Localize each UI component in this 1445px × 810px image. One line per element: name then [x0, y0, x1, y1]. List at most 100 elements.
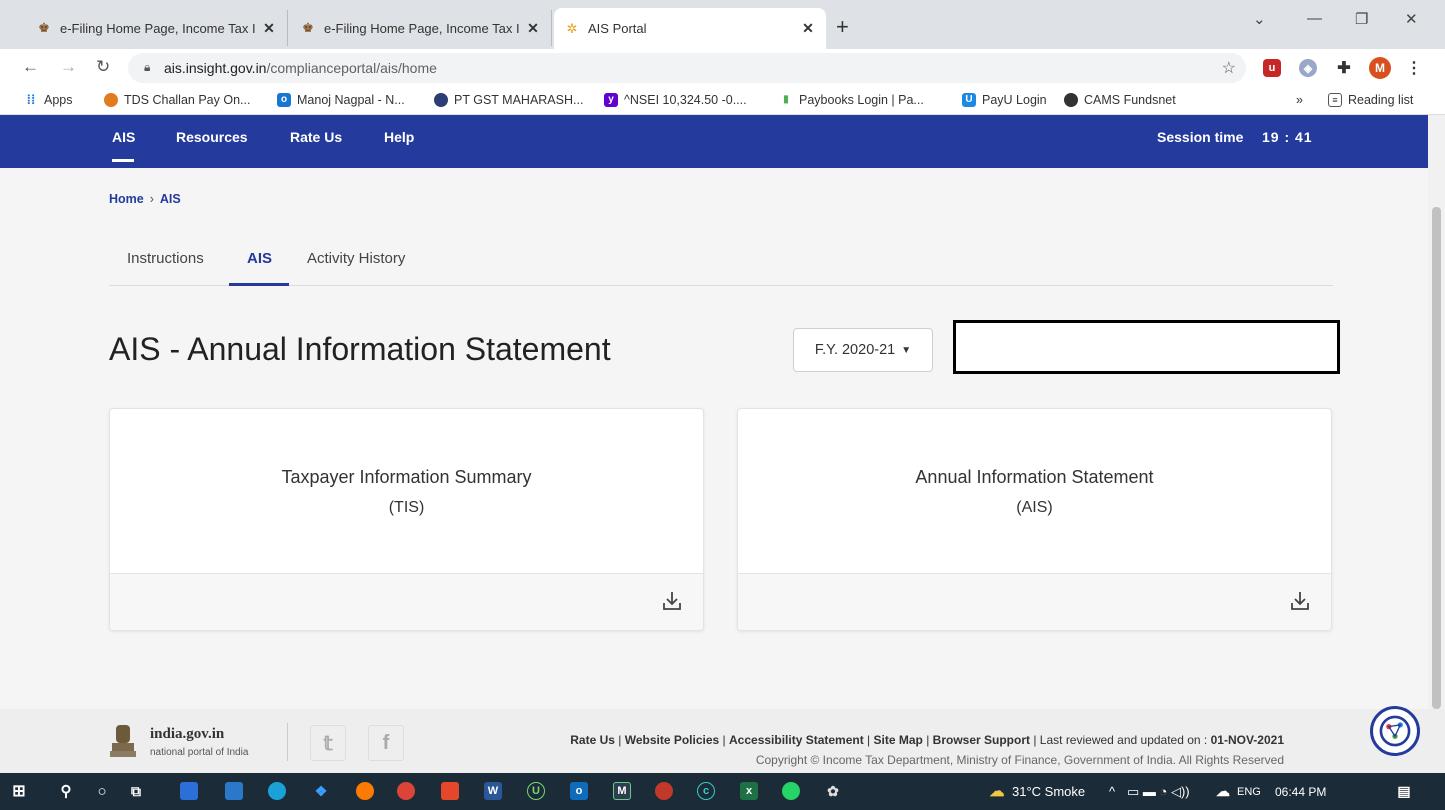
footer-link-accessibility[interactable]: Accessibility Statement	[729, 733, 864, 747]
app-misc-icon[interactable]: ✿	[824, 782, 842, 800]
chrome-icon[interactable]	[397, 782, 415, 800]
onedrive-icon[interactable]: ☁	[1214, 782, 1232, 800]
tab-ais[interactable]: AIS	[247, 250, 272, 267]
cortana-icon[interactable]: ○	[93, 782, 111, 800]
outlook-app-icon[interactable]: o	[570, 782, 588, 800]
fy-selected-value: F.Y. 2020-21	[814, 342, 896, 358]
chatbot-icon[interactable]	[1370, 706, 1420, 756]
scrollbar-thumb[interactable]	[1432, 207, 1441, 709]
footer-link-rate-us[interactable]: Rate Us	[570, 733, 615, 747]
india-gov-logo[interactable]: india.gov.in	[150, 726, 224, 743]
app-m-icon[interactable]: M	[613, 782, 631, 800]
nav-resources[interactable]: Resources	[176, 129, 248, 145]
bookmark-label: PT GST MAHARASH...	[454, 93, 584, 107]
firefox-icon[interactable]	[356, 782, 374, 800]
search-icon[interactable]: ⚲	[57, 782, 75, 800]
shield-extension-icon[interactable]: ◈	[1299, 59, 1317, 77]
back-icon[interactable]: ←	[22, 57, 39, 77]
calendar-app-icon[interactable]	[180, 782, 198, 800]
windows-start-icon[interactable]: ⊞	[10, 782, 28, 800]
ais-card[interactable]: Annual Information Statement (AIS)	[737, 408, 1332, 631]
breadcrumb-home[interactable]: Home	[109, 192, 144, 206]
forward-icon[interactable]: →	[60, 57, 77, 77]
browser-tab-title: AIS Portal	[588, 21, 647, 36]
page-tabs: Instructions AIS Activity History	[109, 246, 1333, 286]
fy-dropdown[interactable]: F.Y. 2020-21 ▼	[793, 328, 933, 372]
nav-rate-us[interactable]: Rate Us	[290, 129, 342, 145]
language-indicator[interactable]: ENG	[1237, 786, 1261, 798]
task-view-icon[interactable]: ⧉	[127, 782, 145, 800]
twitter-icon[interactable]: 𝕥	[310, 725, 346, 761]
browser-tab[interactable]: ♚ e-Filing Home Page, Income Tax I ✕	[290, 10, 552, 46]
close-tab-icon[interactable]: ✕	[261, 20, 277, 37]
nav-help[interactable]: Help	[384, 129, 414, 145]
bookmarks-overflow-icon[interactable]: »	[1296, 93, 1303, 107]
store-icon[interactable]	[225, 782, 243, 800]
app-u-icon[interactable]: U	[527, 782, 545, 800]
weather-icon[interactable]: ☁	[988, 782, 1006, 800]
download-icon[interactable]	[661, 590, 683, 612]
extensions-puzzle-icon[interactable]: ✚	[1335, 59, 1353, 77]
national-emblem-icon	[110, 725, 136, 757]
bookmarks-bar: ⁞⁞ Apps TDS Challan Pay On... o Manoj Na…	[0, 87, 1445, 115]
app-red-icon[interactable]	[655, 782, 673, 800]
notification-icon[interactable]: ▤	[1395, 782, 1413, 800]
excel-icon[interactable]: x	[740, 782, 758, 800]
close-tab-icon[interactable]: ✕	[525, 20, 541, 37]
reading-list-label: Reading list	[1348, 93, 1414, 107]
bookmark-nsei[interactable]: y ^NSEI 10,324.50 -0....	[604, 93, 747, 107]
bookmark-manoj[interactable]: o Manoj Nagpal - N...	[277, 93, 405, 107]
tab-search-icon[interactable]: ⌄	[1253, 10, 1266, 28]
card-title: Annual Information Statement	[915, 467, 1154, 487]
tab-activity-history[interactable]: Activity History	[307, 250, 405, 267]
word-icon[interactable]: W	[484, 782, 502, 800]
ublock-extension-icon[interactable]: u	[1263, 59, 1281, 77]
paybooks-icon: ▮	[783, 94, 789, 105]
close-window-icon[interactable]: ✕	[1405, 10, 1418, 28]
bookmark-gst[interactable]: PT GST MAHARASH...	[434, 93, 583, 107]
browser-menu-icon[interactable]: ⋮	[1405, 59, 1423, 77]
bookmark-label: PayU Login	[982, 93, 1047, 107]
bookmark-cams[interactable]: CAMS Fundsnet	[1064, 93, 1176, 107]
efiling-favicon-icon: ♚	[38, 20, 50, 35]
tds-favicon-icon	[104, 93, 118, 107]
bookmark-apps[interactable]: ⁞⁞ Apps	[24, 93, 73, 108]
edge-icon[interactable]	[268, 782, 286, 800]
facebook-icon[interactable]: f	[368, 725, 404, 761]
tray-expand-icon[interactable]: ^	[1109, 784, 1115, 799]
address-bar[interactable]: 🔒︎ ais.insight.gov.in/complianceportal/a…	[128, 53, 1246, 83]
site-navbar: AIS Resources Rate Us Help Session time …	[0, 115, 1428, 168]
bookmark-star-icon[interactable]: ☆	[1222, 58, 1236, 78]
reload-icon[interactable]: ↻	[96, 57, 110, 77]
tray-icons[interactable]: ▭ ▬ ◔ ◁))	[1127, 784, 1190, 800]
page-scrollbar[interactable]	[1428, 115, 1445, 709]
restore-icon[interactable]: ❐	[1355, 10, 1368, 28]
dropbox-icon[interactable]: ❖	[312, 782, 330, 800]
payu-icon: U	[962, 93, 976, 107]
footer-link-website-policies[interactable]: Website Policies	[625, 733, 719, 747]
footer-divider	[287, 723, 288, 761]
tab-instructions[interactable]: Instructions	[127, 250, 204, 267]
reading-list-button[interactable]: ≡ Reading list	[1328, 93, 1413, 107]
download-icon[interactable]	[1289, 590, 1311, 612]
new-tab-icon[interactable]: +	[836, 14, 849, 40]
nav-ais[interactable]: AIS	[112, 129, 135, 145]
bookmark-paybooks[interactable]: ▮ Paybooks Login | Pa...	[779, 93, 924, 107]
minimize-icon[interactable]: —	[1307, 10, 1322, 27]
profile-avatar[interactable]: M	[1369, 57, 1391, 79]
close-tab-icon[interactable]: ✕	[800, 20, 816, 37]
bookmark-payu[interactable]: U PayU Login	[962, 93, 1047, 107]
footer-link-site-map[interactable]: Site Map	[874, 733, 923, 747]
brave-icon[interactable]	[441, 782, 459, 800]
weather-text[interactable]: 31°C Smoke	[1012, 784, 1085, 799]
footer-updated-label: Last reviewed and updated on :	[1039, 733, 1208, 747]
footer-link-browser-support[interactable]: Browser Support	[933, 733, 1030, 747]
browser-tab-active[interactable]: ✲ AIS Portal ✕	[554, 8, 826, 49]
card-footer	[738, 573, 1331, 630]
browser-tab[interactable]: ♚ e-Filing Home Page, Income Tax I ✕	[26, 10, 288, 46]
clock[interactable]: 06:44 PM	[1275, 785, 1326, 799]
tis-card[interactable]: Taxpayer Information Summary (TIS)	[109, 408, 704, 631]
app-c-icon[interactable]: c	[697, 782, 715, 800]
whatsapp-icon[interactable]	[782, 782, 800, 800]
bookmark-tds-challan[interactable]: TDS Challan Pay On...	[104, 93, 250, 107]
